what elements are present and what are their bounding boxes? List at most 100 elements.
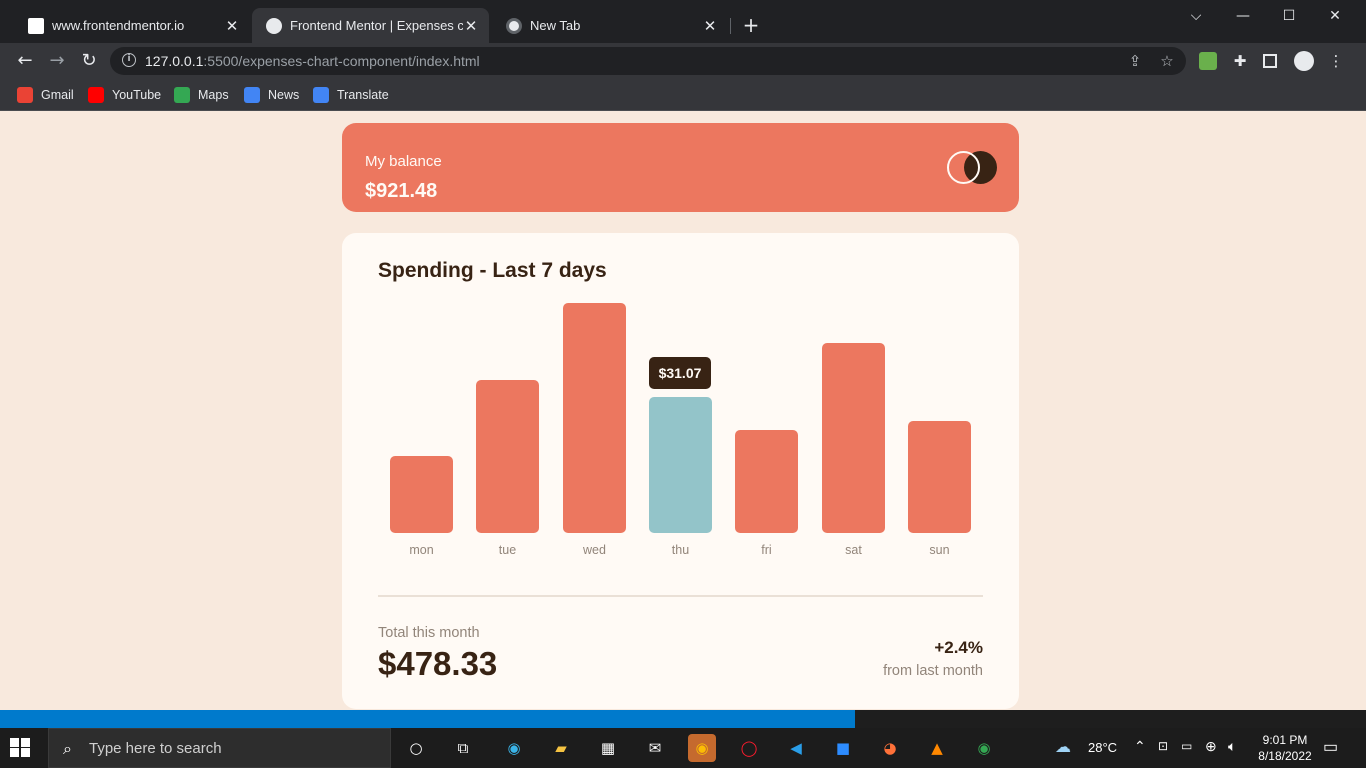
bookmark-label: News	[268, 88, 300, 102]
menu-dots-icon[interactable]: ⋮	[1327, 52, 1345, 70]
clock-date: 8/18/2022	[1258, 749, 1312, 763]
edge-icon[interactable]: ◉	[500, 734, 528, 762]
gmail-icon	[17, 87, 33, 103]
divider	[378, 595, 983, 597]
profile-avatar[interactable]	[1294, 51, 1314, 71]
back-arrow-icon[interactable]: ←	[13, 49, 37, 73]
zoom-icon[interactable]: ■	[829, 734, 857, 762]
side-panel-icon[interactable]	[1263, 54, 1277, 68]
url-host: 127.0.0.1	[145, 53, 204, 69]
chart-bar-tue[interactable]	[476, 380, 539, 533]
reload-icon[interactable]: ↻	[77, 49, 101, 73]
chart-day-label-sun: sun	[929, 543, 950, 557]
bookmark-label: YouTube	[112, 88, 162, 102]
chart-day-label-fri: fri	[761, 543, 772, 557]
chart-day-label-tue: tue	[498, 543, 517, 557]
share-icon[interactable]: ⇪	[1126, 52, 1144, 70]
frontendmentor-favicon-icon	[28, 17, 44, 34]
browser-toolbar: ← → ↻ i 127.0.0.1:5500/expenses-chart-co…	[0, 43, 1366, 79]
total-month-amount: $478.33	[378, 645, 498, 682]
tab-frontendmentor[interactable]: www.frontendmentor.io ✕	[14, 8, 250, 43]
balance-amount: $921.48	[365, 180, 438, 202]
opera-icon[interactable]: ◯	[735, 734, 763, 762]
windows-taskbar: ⌕ Type here to search ○ ⧉ ◉ ▰ ▦ ✉ ◉ ◯ ◀ …	[0, 728, 1366, 768]
spending-title: Spending - Last 7 days	[378, 259, 607, 282]
notifications-icon[interactable]: ▭	[1323, 737, 1338, 768]
bookmark-label: Maps	[198, 88, 229, 102]
extensions-puzzle-icon[interactable]: ✚	[1231, 52, 1249, 70]
chrome-taskbar-icon[interactable]: ◉	[688, 734, 716, 762]
spending-card: Spending - Last 7 days mon tue wed thu $31.0…	[342, 233, 1019, 709]
file-explorer-icon[interactable]: ▰	[547, 734, 575, 762]
task-view-icon[interactable]: ⧉	[449, 734, 477, 762]
bookmark-translate[interactable]: Translate	[313, 85, 389, 105]
chart-bar-fri[interactable]	[735, 430, 798, 533]
bookmark-label: Translate	[337, 88, 389, 102]
url-path: :5500/expenses-chart-component/index.htm…	[203, 53, 480, 69]
close-tab-icon[interactable]: ✕	[224, 17, 240, 35]
close-window-button[interactable]: ✕	[1312, 4, 1358, 28]
chrome-alt-icon[interactable]: ◉	[970, 734, 998, 762]
weather-icon[interactable]: ☁	[1055, 737, 1071, 768]
bookmark-gmail[interactable]: Gmail	[17, 85, 74, 105]
forward-arrow-icon[interactable]: →	[45, 49, 69, 73]
tab-search-button[interactable]: ⌵	[1173, 4, 1219, 28]
chart-bar-wed[interactable]	[563, 303, 626, 533]
windows-start-icon[interactable]	[10, 738, 32, 758]
maps-icon	[174, 87, 190, 103]
firefox-icon[interactable]: ◕	[876, 734, 904, 762]
tab-title: www.frontendmentor.io	[52, 18, 185, 33]
bookmark-youtube[interactable]: YouTube	[88, 85, 161, 105]
vlc-icon[interactable]: ▲	[923, 734, 951, 762]
tab-expenses-chart[interactable]: Frontend Mentor | Expenses char ✕	[252, 8, 489, 43]
bookmark-maps[interactable]: Maps	[174, 85, 229, 105]
extension-icon[interactable]	[1199, 52, 1217, 70]
chart-bar-sat[interactable]	[822, 343, 885, 533]
bookmark-label: Gmail	[41, 88, 74, 102]
bookmark-star-icon[interactable]: ☆	[1158, 52, 1176, 70]
balance-label: My balance	[365, 153, 442, 170]
network-icon[interactable]: ⊕	[1205, 738, 1217, 768]
taskbar-clock[interactable]: 9:01 PM 8/18/2022	[1255, 732, 1315, 764]
bookmarks-bar: Gmail YouTube Maps News Translate	[0, 79, 1366, 111]
url-text[interactable]: 127.0.0.1:5500/expenses-chart-component/…	[145, 53, 480, 69]
battery-icon[interactable]: ▭	[1181, 739, 1192, 768]
spending-bar-chart: mon tue wed thu $31.07 fri sat sun	[378, 303, 983, 573]
close-tab-icon[interactable]: ✕	[463, 17, 479, 35]
change-percentage: +2.4%	[934, 638, 983, 657]
store-icon[interactable]: ▦	[594, 734, 622, 762]
bookmark-news[interactable]: News	[244, 85, 299, 105]
tab-separator	[730, 18, 731, 34]
vscode-icon[interactable]: ◀	[782, 734, 810, 762]
chart-tooltip: $31.07	[649, 357, 711, 389]
address-bar[interactable]: i 127.0.0.1:5500/expenses-chart-componen…	[110, 47, 1186, 75]
logo-circles-icon	[947, 151, 997, 185]
chart-day-label-thu: thu	[671, 543, 690, 557]
minimize-button[interactable]: —	[1220, 4, 1266, 28]
close-tab-icon[interactable]: ✕	[702, 17, 718, 35]
tab-new-tab[interactable]: New Tab ✕	[492, 8, 728, 43]
weather-temp[interactable]: 28°C	[1088, 740, 1117, 768]
background-window-statusbar	[0, 710, 1366, 728]
meet-icon[interactable]: ⊡	[1158, 739, 1168, 768]
tray-chevron-icon[interactable]: ⌃	[1134, 738, 1146, 768]
chart-bar-mon[interactable]	[390, 456, 453, 533]
news-icon	[244, 87, 260, 103]
new-tab-button[interactable]: +	[740, 14, 762, 36]
chart-day-label-mon: mon	[409, 543, 434, 557]
background-window-panel	[855, 710, 1366, 728]
volume-icon[interactable]: 🔈︎	[1228, 738, 1236, 768]
search-icon: ⌕	[63, 739, 72, 758]
mail-icon[interactable]: ✉	[641, 734, 669, 762]
total-month-label: Total this month	[378, 625, 480, 641]
site-info-icon[interactable]: i	[122, 53, 136, 67]
taskbar-search-box[interactable]: ⌕ Type here to search	[48, 728, 391, 768]
chart-day-label-wed: wed	[583, 543, 606, 557]
chart-bar-thu[interactable]	[649, 397, 712, 533]
clock-time: 9:01 PM	[1262, 733, 1308, 747]
chart-bar-sun[interactable]	[908, 421, 971, 533]
cortana-icon[interactable]: ○	[402, 734, 430, 762]
maximize-button[interactable]: ☐	[1266, 4, 1312, 28]
browser-tab-strip: www.frontendmentor.io ✕ Frontend Mentor …	[0, 0, 1366, 43]
page-viewport: My balance $921.48 Spending - Last 7 day…	[0, 112, 1366, 722]
